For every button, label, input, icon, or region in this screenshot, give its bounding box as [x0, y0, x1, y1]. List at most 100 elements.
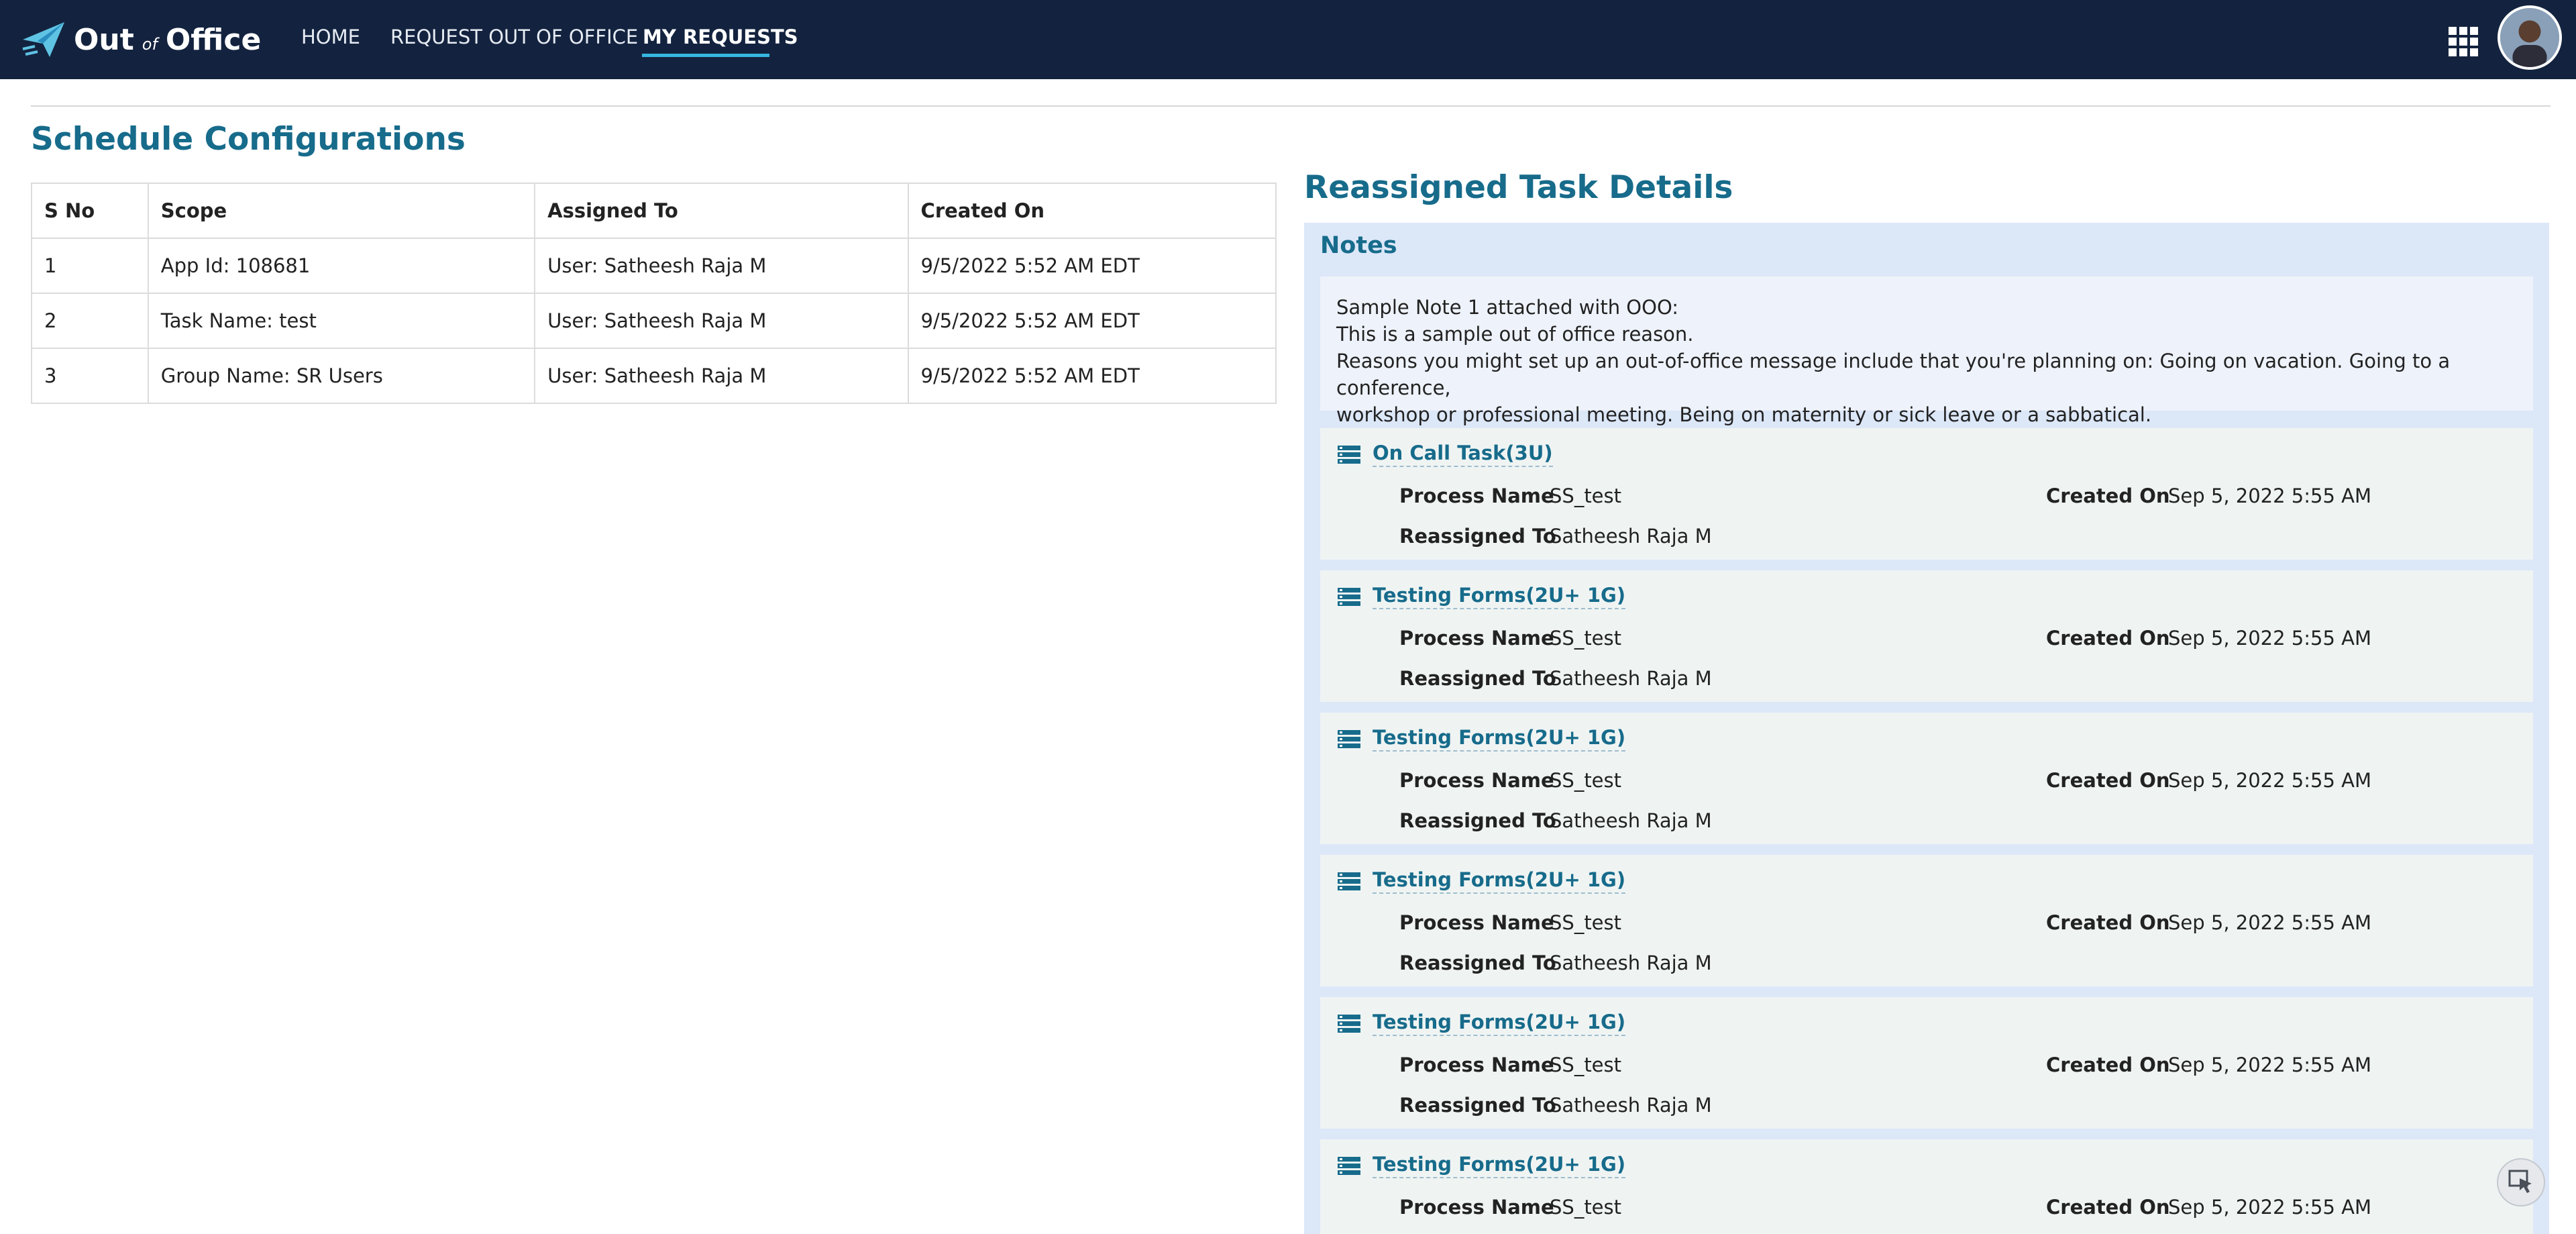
notes-box: Sample Note 1 attached with OOO: This is…	[1320, 276, 2533, 426]
task-list-icon	[1338, 1015, 1360, 1033]
table-header-row: S No Scope Assigned To Created On	[31, 183, 1277, 239]
created-on-label: Created On	[2046, 627, 2170, 650]
task-list-icon	[1338, 730, 1360, 748]
reassigned-to-value: Satheesh Raja M	[1550, 1094, 1712, 1117]
task-header[interactable]: Testing Forms(2U+ 1G)	[1338, 726, 1626, 752]
notes-line: Reasons you might set up an out-of-offic…	[1336, 350, 2451, 399]
col-header-sno: S No	[31, 183, 149, 239]
cursor-select-icon	[2508, 1170, 2532, 1193]
paper-plane-icon	[22, 22, 64, 57]
schedule-title: Schedule Configurations	[31, 121, 466, 158]
table-row: 2 Task Name: test User: Satheesh Raja M …	[31, 293, 1277, 349]
reassigned-to-label: Reassigned To	[1399, 952, 1556, 974]
created-on-label: Created On	[2046, 769, 2170, 792]
task-header[interactable]: Testing Forms(2U+ 1G)	[1338, 584, 1626, 609]
process-name-label: Process Name	[1399, 769, 1554, 792]
cell-scope: Task Name: test	[147, 293, 536, 349]
notes-line: Sample Note 1 attached with OOO:	[1336, 296, 1679, 319]
cell-created-on: 9/5/2022 5:52 AM EDT	[907, 238, 1277, 294]
brand-word-of: of	[142, 34, 158, 54]
process-name-value: SS_test	[1550, 627, 1622, 650]
process-name-label: Process Name	[1399, 911, 1554, 934]
notes-line: workshop or professional meeting. Being …	[1336, 403, 2152, 426]
task-name-link[interactable]: Testing Forms(2U+ 1G)	[1373, 1011, 1626, 1036]
task-name-link[interactable]: Testing Forms(2U+ 1G)	[1373, 868, 1626, 894]
task-header[interactable]: Testing Forms(2U+ 1G)	[1338, 868, 1626, 894]
process-name-value: SS_test	[1550, 1196, 1622, 1219]
task-header[interactable]: On Call Task(3U)	[1338, 442, 1553, 467]
cell-assigned-to: User: Satheesh Raja M	[534, 293, 909, 349]
cell-created-on: 9/5/2022 5:52 AM EDT	[907, 348, 1277, 404]
reassigned-panel: Notes Sample Note 1 attached with OOO: T…	[1304, 223, 2549, 1234]
task-header[interactable]: Testing Forms(2U+ 1G)	[1338, 1153, 1626, 1178]
notes-line: This is a sample out of office reason.	[1336, 323, 1694, 346]
task-list-icon	[1338, 872, 1360, 890]
cell-scope: Group Name: SR Users	[147, 348, 536, 404]
user-avatar[interactable]	[2498, 5, 2562, 70]
created-on-value: Sep 5, 2022 5:55 AM	[2168, 1053, 2371, 1076]
reassigned-to-value: Satheesh Raja M	[1550, 525, 1712, 548]
active-nav-indicator	[642, 54, 769, 57]
task-card: Testing Forms(2U+ 1G) Process Name SS_te…	[1320, 997, 2533, 1129]
process-name-value: SS_test	[1550, 911, 1622, 934]
process-name-value: SS_test	[1550, 1053, 1622, 1076]
col-header-assigned-to: Assigned To	[534, 183, 909, 239]
process-name-value: SS_test	[1550, 484, 1622, 507]
brand-logo[interactable]: Out of Office	[20, 17, 261, 62]
task-card: Testing Forms(2U+ 1G) Process Name SS_te…	[1320, 570, 2533, 702]
app-grid-icon[interactable]	[2449, 27, 2478, 56]
schedule-table: S No Scope Assigned To Created On 1 App …	[31, 183, 1277, 404]
page-divider	[31, 105, 2551, 107]
created-on-value: Sep 5, 2022 5:55 AM	[2168, 769, 2371, 792]
created-on-value: Sep 5, 2022 5:55 AM	[2168, 627, 2371, 650]
cell-assigned-to: User: Satheesh Raja M	[534, 348, 909, 404]
task-name-link[interactable]: Testing Forms(2U+ 1G)	[1373, 726, 1626, 752]
reassigned-to-value: Satheesh Raja M	[1550, 667, 1712, 690]
task-card: On Call Task(3U) Process Name SS_test Re…	[1320, 428, 2533, 560]
avatar-person-icon	[2500, 8, 2559, 67]
task-name-link[interactable]: Testing Forms(2U+ 1G)	[1373, 584, 1626, 609]
nav-my-requests[interactable]: MY REQUESTS	[643, 25, 798, 48]
created-on-label: Created On	[2046, 1196, 2170, 1219]
brand-word-out: Out	[74, 22, 134, 57]
reassigned-to-label: Reassigned To	[1399, 525, 1556, 548]
cell-assigned-to: User: Satheesh Raja M	[534, 238, 909, 294]
process-name-label: Process Name	[1399, 1053, 1554, 1076]
reassigned-to-label: Reassigned To	[1399, 667, 1556, 690]
cell-sno: 1	[31, 238, 149, 294]
cell-sno: 3	[31, 348, 149, 404]
reassigned-title: Reassigned Task Details	[1304, 169, 1733, 206]
task-name-link[interactable]: Testing Forms(2U+ 1G)	[1373, 1153, 1626, 1178]
table-row: 1 App Id: 108681 User: Satheesh Raja M 9…	[31, 238, 1277, 294]
created-on-value: Sep 5, 2022 5:55 AM	[2168, 1196, 2371, 1219]
task-list-icon	[1338, 588, 1360, 606]
reassigned-to-label: Reassigned To	[1399, 809, 1556, 832]
reassigned-to-value: Satheesh Raja M	[1550, 952, 1712, 974]
brand-name: Out of Office	[74, 23, 261, 57]
task-header[interactable]: Testing Forms(2U+ 1G)	[1338, 1011, 1626, 1036]
task-list-icon	[1338, 446, 1360, 464]
nav-home[interactable]: HOME	[301, 25, 360, 48]
task-name-link[interactable]: On Call Task(3U)	[1373, 442, 1553, 467]
created-on-label: Created On	[2046, 911, 2170, 934]
nav-request-out-of-office[interactable]: REQUEST OUT OF OFFICE	[390, 25, 638, 48]
process-name-value: SS_test	[1550, 769, 1622, 792]
cell-scope: App Id: 108681	[147, 238, 536, 294]
cell-sno: 2	[31, 293, 149, 349]
table-row: 3 Group Name: SR Users User: Satheesh Ra…	[31, 348, 1277, 404]
created-on-label: Created On	[2046, 484, 2170, 507]
top-navbar: Out of Office HOME REQUEST OUT OF OFFICE M…	[0, 0, 2576, 79]
reassigned-to-label: Reassigned To	[1399, 1094, 1556, 1117]
task-list-icon	[1338, 1157, 1360, 1175]
brand-word-office: Office	[165, 22, 262, 57]
task-card: Testing Forms(2U+ 1G) Process Name SS_te…	[1320, 713, 2533, 844]
reassigned-to-value: Satheesh Raja M	[1550, 809, 1712, 832]
task-card: Testing Forms(2U+ 1G) Process Name SS_te…	[1320, 855, 2533, 986]
col-header-created-on: Created On	[907, 183, 1277, 239]
notes-title: Notes	[1320, 232, 1397, 259]
task-card: Testing Forms(2U+ 1G) Process Name SS_te…	[1320, 1139, 2533, 1234]
col-header-scope: Scope	[147, 183, 536, 239]
created-on-value: Sep 5, 2022 5:55 AM	[2168, 911, 2371, 934]
cursor-select-button[interactable]	[2497, 1158, 2545, 1206]
process-name-label: Process Name	[1399, 627, 1554, 650]
